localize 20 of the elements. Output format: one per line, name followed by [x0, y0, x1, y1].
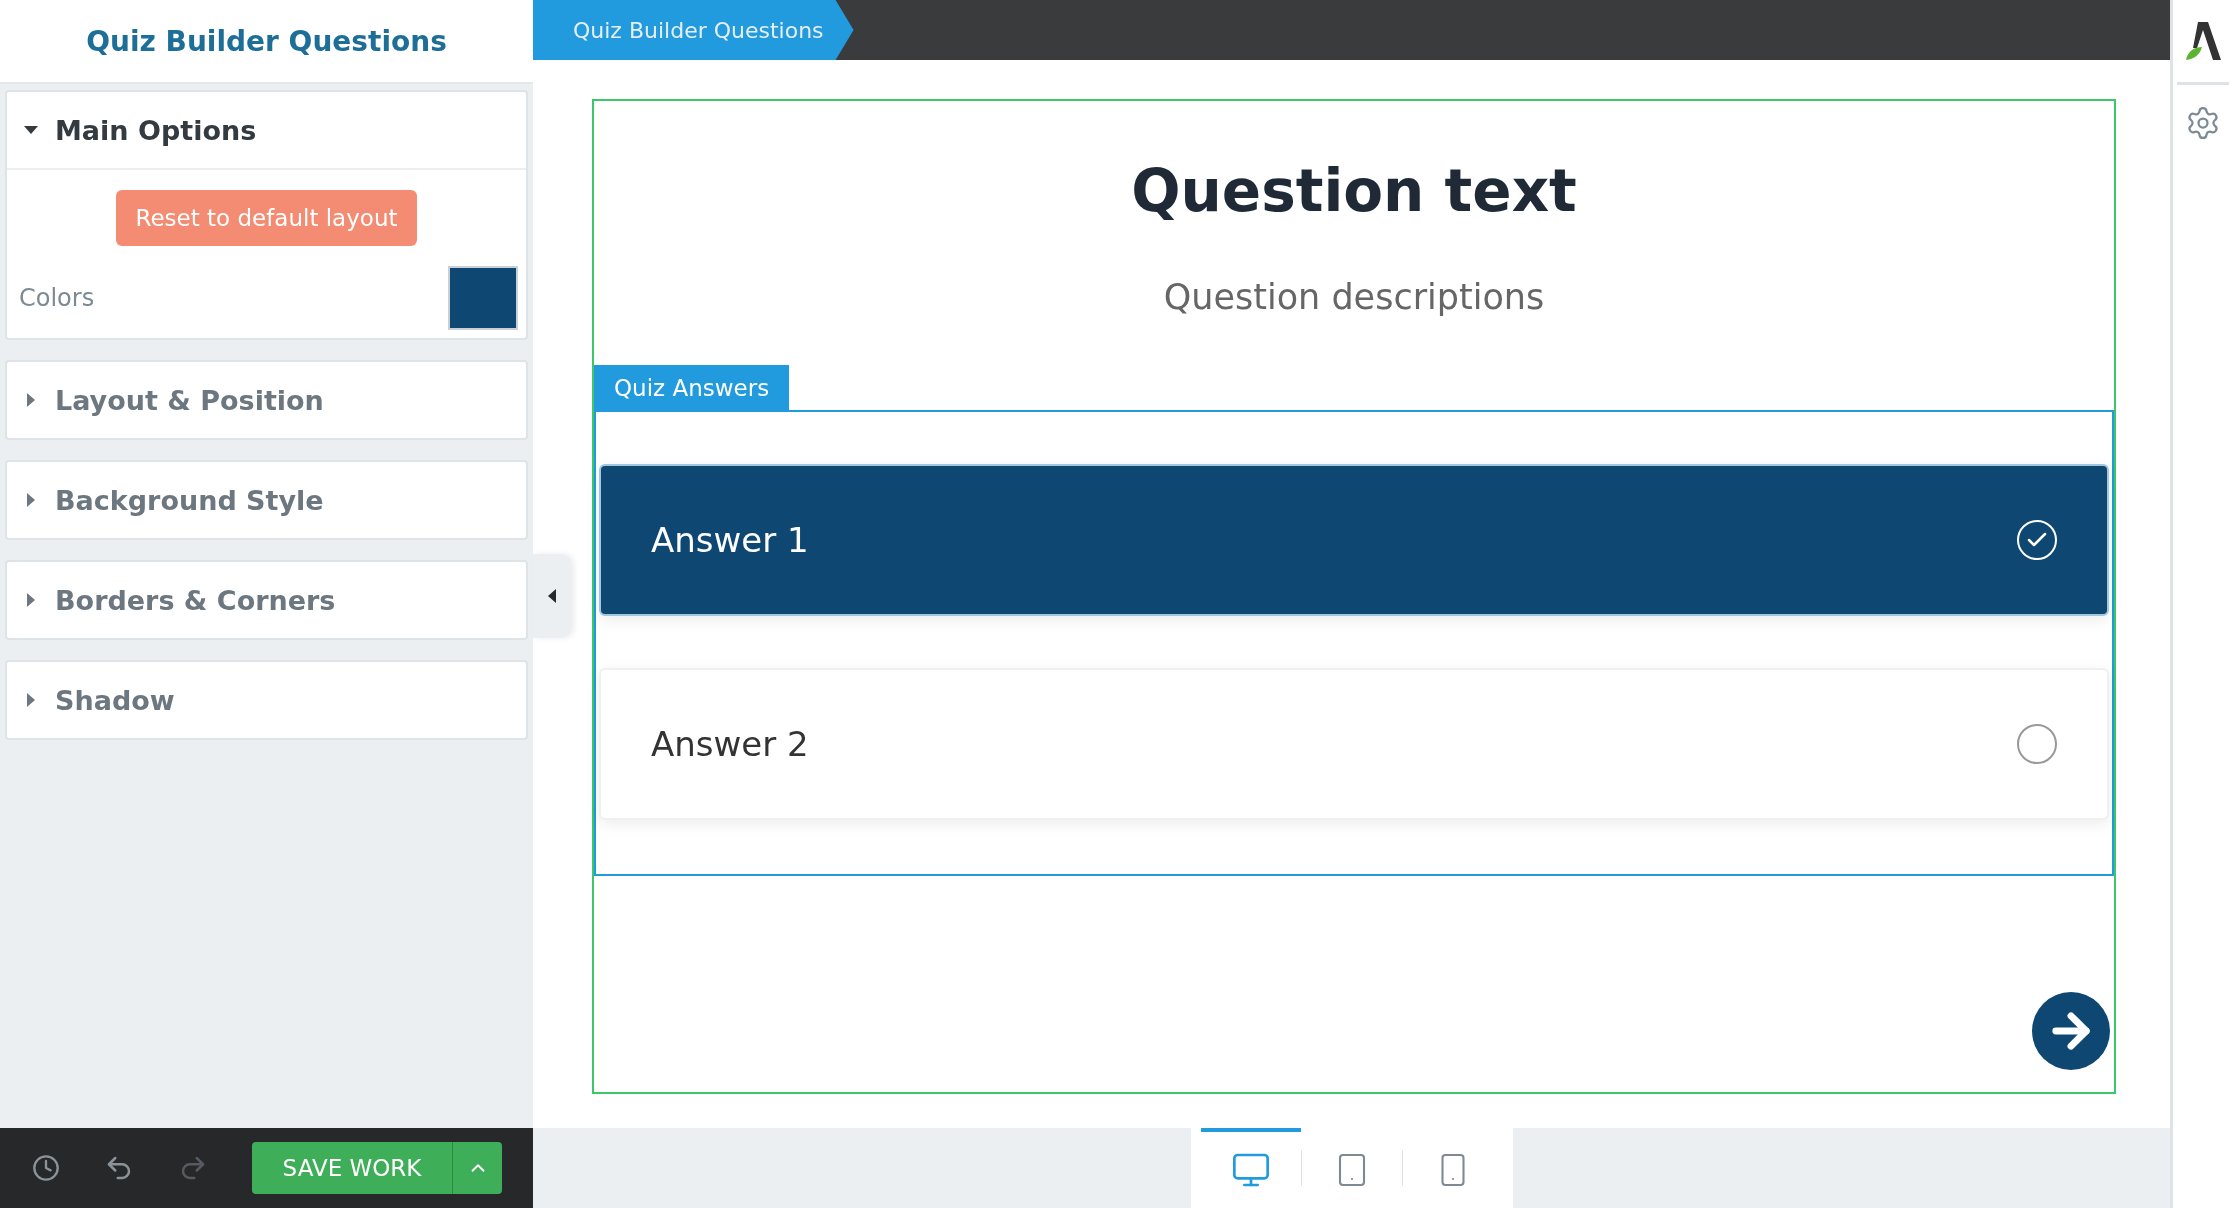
section-header[interactable]: Shadow [7, 662, 526, 738]
section-header[interactable]: Background Style [7, 462, 526, 538]
radio-icon [2017, 724, 2057, 764]
colors-label: Colors [18, 284, 95, 312]
section-header[interactable]: Main Options [7, 92, 526, 170]
question-title: Question text [1130, 157, 1578, 225]
section-header[interactable]: Borders & Corners [7, 562, 526, 638]
question-description: Question descriptions [1162, 277, 1546, 317]
reset-button[interactable]: Reset to default layout [115, 190, 418, 246]
logo-icon [2184, 22, 2221, 60]
section-header[interactable]: Layout & Position [7, 362, 526, 438]
answer-option[interactable]: Answer 1 [599, 464, 2109, 616]
answer-option[interactable]: Answer 2 [599, 668, 2109, 820]
save-button[interactable]: SAVE WORK [252, 1142, 452, 1194]
caret-icon [547, 589, 557, 603]
sidebar-title: Quiz Builder Questions [86, 24, 447, 58]
color-swatch[interactable] [448, 266, 518, 330]
breadcrumb[interactable]: Quiz Builder Questions [533, 0, 854, 60]
radio-icon [2017, 520, 2057, 560]
history-icon[interactable] [32, 1154, 60, 1182]
